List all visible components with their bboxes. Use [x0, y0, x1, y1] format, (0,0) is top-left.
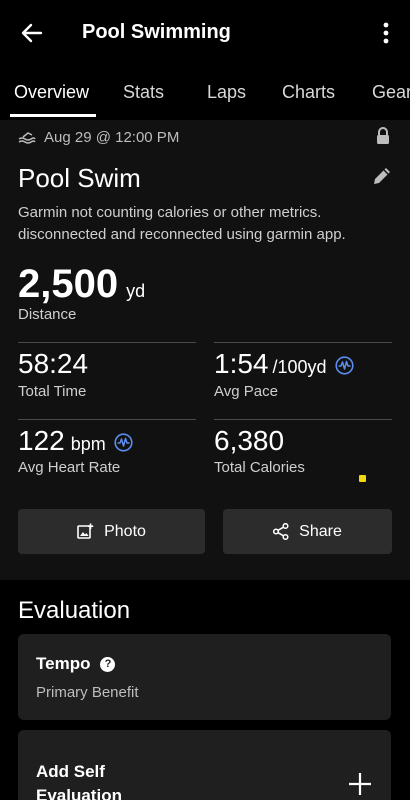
distance-value: 2,500 [18, 262, 119, 306]
activity-meta: Aug 29 @ 12:00 PM [18, 126, 179, 148]
more-vertical-icon [383, 22, 389, 44]
evaluation-heading: Evaluation [18, 597, 131, 624]
tab-laps[interactable]: Laps [207, 82, 246, 103]
total-time-label: Total Time [18, 383, 87, 400]
activity-pulse-icon [334, 356, 354, 375]
avg-pace-number: 1:54 [214, 348, 269, 379]
add-photo-button[interactable]: Photo [18, 509, 205, 554]
tempo-label: Tempo [36, 654, 91, 673]
plus-icon [349, 773, 371, 795]
tempo-subtitle: Primary Benefit [36, 684, 139, 701]
tempo-title: Tempo ? [36, 654, 116, 674]
tab-stats[interactable]: Stats [123, 82, 164, 103]
total-time-value: 58:24 [18, 348, 88, 380]
pace-chart-button[interactable] [334, 350, 354, 382]
distance-label: Distance [18, 306, 77, 323]
tab-gear[interactable]: Gear [372, 82, 410, 103]
share-label: Share [299, 522, 342, 540]
divider [214, 342, 392, 343]
tempo-card[interactable] [18, 634, 391, 720]
divider [214, 419, 392, 420]
avg-pace-value: 1:54 /100yd [214, 348, 354, 380]
heart-rate-chart-button[interactable] [114, 427, 133, 459]
add-photo-icon [77, 523, 94, 539]
distance-unit: yd [126, 281, 146, 301]
avg-heart-rate-number: 122 [18, 425, 65, 456]
avg-heart-rate-label: Avg Heart Rate [18, 459, 121, 476]
arrow-left-icon [21, 23, 43, 43]
avg-pace-label: Avg Pace [214, 383, 278, 400]
photo-label: Photo [104, 522, 146, 540]
active-tab-indicator [10, 114, 96, 117]
activity-date: Aug 29 @ 12:00 PM [44, 128, 180, 146]
share-button[interactable]: Share [223, 509, 392, 554]
tab-charts[interactable]: Charts [282, 82, 335, 103]
pencil-icon [374, 168, 390, 184]
avg-heart-rate-value: 122 bpm [18, 425, 133, 457]
edit-button[interactable] [372, 166, 392, 191]
total-time-number: 58:24 [18, 348, 89, 379]
avg-heart-rate-unit: bpm [70, 434, 106, 454]
tab-overview[interactable]: Overview [14, 82, 89, 103]
more-options-button[interactable] [372, 16, 400, 50]
swimming-icon [18, 132, 36, 144]
total-calories-number: 6,380 [214, 425, 285, 456]
activity-screen: Pool Swimming Overview Stats Laps Charts… [0, 0, 410, 800]
divider [18, 342, 196, 343]
avg-pace-unit: /100yd [272, 357, 327, 377]
help-icon[interactable]: ? [100, 656, 116, 672]
distance-stat: 2,500 yd [18, 262, 145, 307]
calories-indicator-dot [359, 475, 366, 482]
activity-notes: Garmin not counting calories or other me… [18, 204, 346, 243]
privacy-button[interactable] [376, 127, 390, 150]
divider [18, 419, 196, 420]
share-icon [273, 523, 289, 540]
page-title: Pool Swimming [82, 21, 231, 43]
total-calories-value: 6,380 [214, 425, 284, 457]
add-self-evaluation-label: Add Self Evaluation [36, 762, 122, 800]
back-button[interactable] [14, 16, 50, 50]
activity-name: Pool Swim [18, 163, 141, 193]
activity-pulse-icon [114, 433, 133, 452]
tab-bar: Overview Stats Laps Charts Gear [0, 70, 410, 120]
add-self-evaluation-button[interactable] [348, 772, 372, 800]
top-bar: Pool Swimming [0, 0, 410, 64]
total-calories-label: Total Calories [214, 459, 305, 476]
lock-icon [377, 127, 389, 144]
